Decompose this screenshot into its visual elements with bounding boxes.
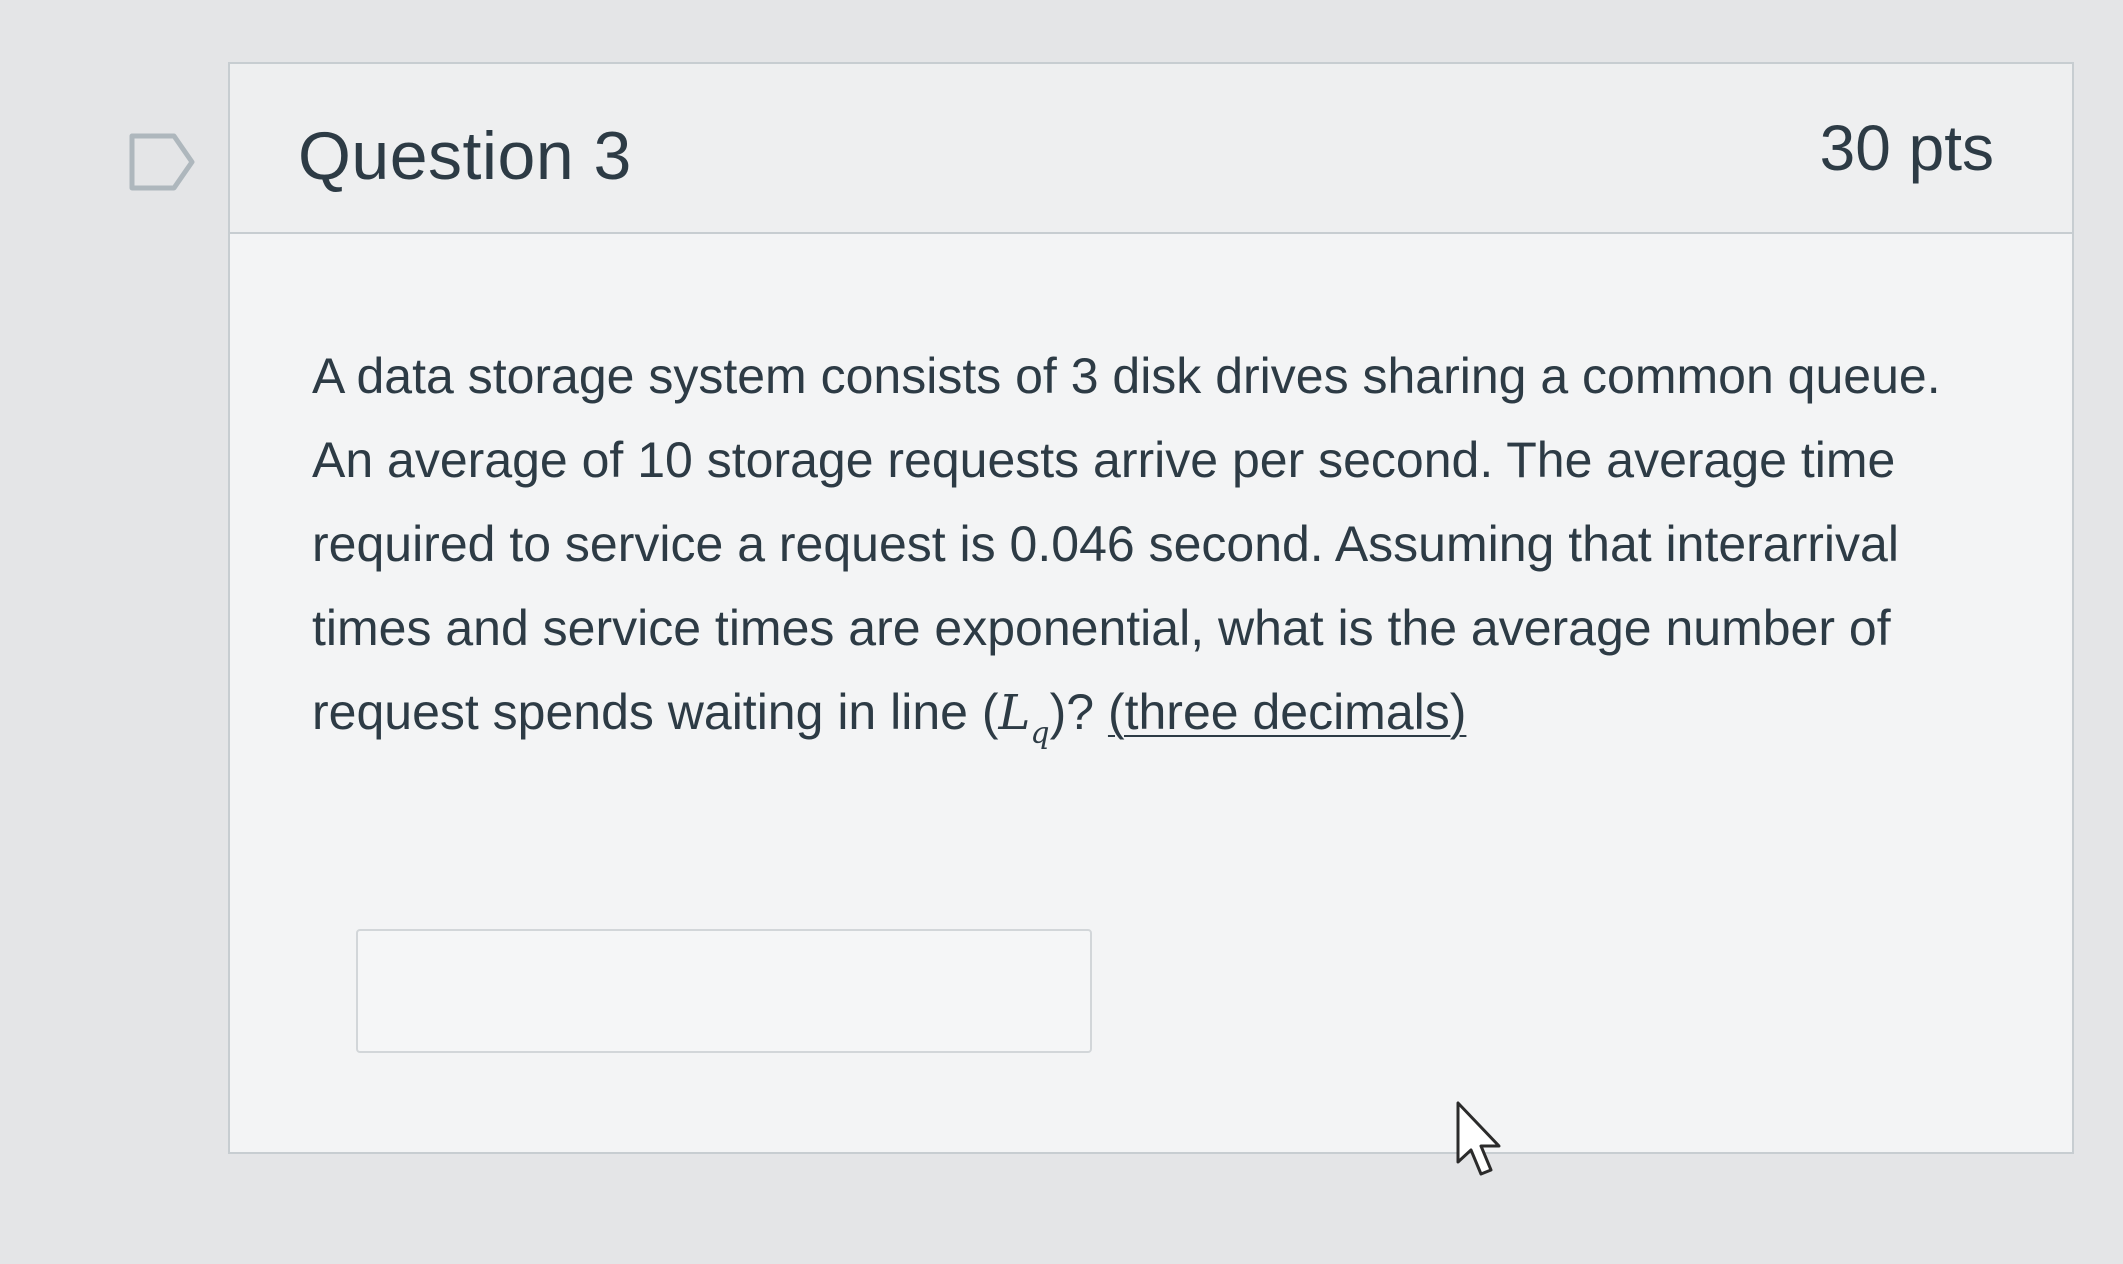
- mouse-pointer-icon: [1456, 1101, 1501, 1176]
- question-points: 30 pts: [1819, 112, 1994, 184]
- question-title: Question 3: [298, 118, 632, 194]
- question-card: Question 3 30 pts A data storage system …: [228, 62, 2074, 1154]
- math-variable: L: [998, 685, 1031, 741]
- answer-input[interactable]: [356, 929, 1092, 1053]
- question-text-after-math: )?: [1049, 684, 1108, 740]
- flag-question-icon[interactable]: [128, 132, 198, 192]
- decimals-note: (three decimals): [1107, 684, 1467, 740]
- math-subscript: q: [1030, 716, 1050, 751]
- question-text-body: A data storage system consists of 3 disk…: [312, 348, 1941, 740]
- question-text: A data storage system consists of 3 disk…: [312, 334, 1992, 762]
- question-header: Question 3 30 pts: [230, 64, 2072, 234]
